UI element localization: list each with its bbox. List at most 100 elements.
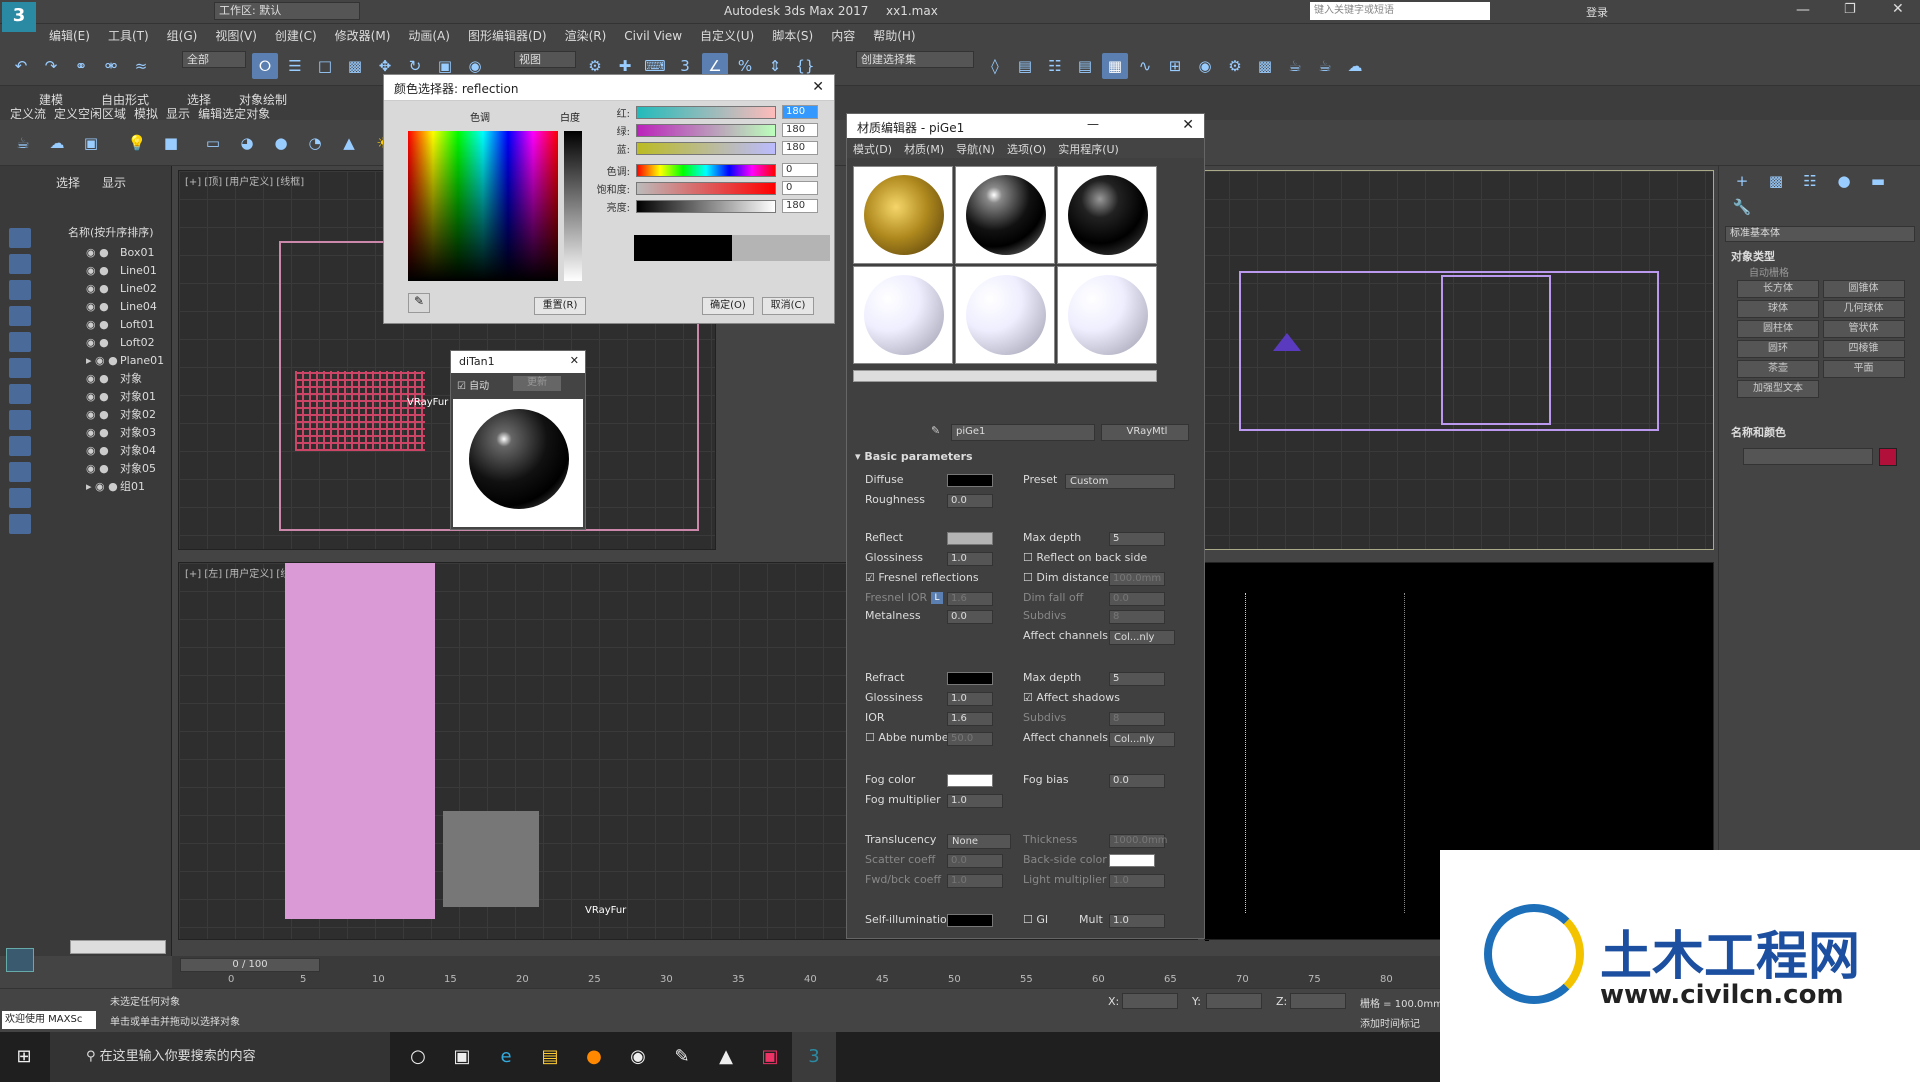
pyramid-button[interactable]: 四棱锥 — [1822, 340, 1905, 358]
subdivs-spinner[interactable]: 8 — [1109, 610, 1165, 624]
material-slot[interactable] — [1057, 166, 1157, 264]
rect-selection-icon[interactable]: □ — [312, 53, 338, 79]
textplus-button[interactable]: 加强型文本 — [1737, 380, 1819, 398]
scene-item[interactable]: ▸ ◉ ● Plane01 — [40, 352, 172, 370]
scene-item[interactable]: ◉ ● Line04 — [40, 298, 172, 316]
menu-graph-editors[interactable]: 图形编辑器(D) — [459, 24, 556, 47]
reflect-back-checkbox[interactable]: ☐ Reflect on back side — [1023, 550, 1147, 566]
cloud-icon[interactable]: ☁ — [44, 130, 70, 156]
maxscript-listener[interactable]: 欢迎使用 MAXSc — [2, 1011, 96, 1029]
start-icon[interactable]: ⊞ — [0, 1032, 48, 1082]
mirror-icon[interactable]: ◊ — [982, 53, 1008, 79]
curve-editor-icon[interactable]: ∿ — [1132, 53, 1158, 79]
eye-icon[interactable]: ◉ ● — [86, 388, 109, 406]
eye-icon[interactable]: ◉ ● — [86, 262, 109, 280]
hierarchy-tab-icon[interactable]: ☷ — [1797, 168, 1823, 194]
edge-icon[interactable]: e — [484, 1032, 528, 1082]
sphere-button[interactable]: 球体 — [1737, 300, 1819, 318]
thickness-spinner[interactable]: 1000.0mm — [1109, 834, 1167, 848]
value-field[interactable]: 180 — [782, 141, 818, 155]
reflect-swatch[interactable] — [947, 532, 993, 545]
preset-dropdown[interactable]: Custom — [1065, 474, 1175, 489]
translucency-dropdown[interactable]: None — [947, 834, 1011, 849]
scene-item[interactable]: ◉ ● Line01 — [40, 262, 172, 280]
y-field[interactable] — [1206, 993, 1262, 1009]
render-cloud-icon[interactable]: ☁ — [1342, 53, 1368, 79]
material-slot[interactable] — [1057, 266, 1157, 364]
fog-color-swatch[interactable] — [947, 774, 993, 787]
menu-help[interactable]: 帮助(H) — [864, 24, 924, 47]
slot-scrollbar[interactable] — [853, 370, 1157, 382]
fresnel-ior-lock[interactable]: L — [931, 592, 943, 604]
teapot-icon[interactable]: ☕ — [10, 130, 36, 156]
scene-item[interactable]: ◉ ● Loft01 — [40, 316, 172, 334]
eye-icon[interactable]: ▸ ◉ ● — [86, 478, 118, 496]
task-view-icon[interactable]: ▣ — [440, 1032, 484, 1082]
menu-view[interactable]: 视图(V) — [206, 24, 266, 47]
category-dropdown[interactable]: 标准基本体 — [1725, 226, 1915, 242]
object-color-swatch[interactable] — [1879, 448, 1897, 466]
gi-checkbox[interactable]: ☐ GI — [1023, 912, 1048, 928]
workspace-dropdown[interactable]: 工作区: 默认 — [214, 2, 360, 20]
render-setup-icon[interactable]: ⚙ — [1222, 53, 1248, 79]
menu-animation[interactable]: 动画(A) — [399, 24, 459, 47]
dim-falloff-spinner[interactable]: 0.0 — [1109, 592, 1165, 606]
whiteness-bar[interactable] — [564, 131, 582, 281]
notepad-icon[interactable]: ✎ — [660, 1032, 704, 1082]
material-type-button[interactable]: VRayMtl — [1101, 424, 1189, 441]
eye-icon[interactable]: ◉ ● — [86, 460, 109, 478]
material-slot[interactable] — [853, 166, 953, 264]
scene-item[interactable]: ◉ ● Box01 — [40, 244, 172, 262]
geosphere-button[interactable]: 几何球体 — [1822, 300, 1905, 318]
refract-swatch[interactable] — [947, 672, 993, 685]
close-icon[interactable]: ✕ — [1892, 1, 1904, 17]
unlink-icon[interactable]: ⚮ — [98, 53, 124, 79]
menu-customize[interactable]: 自定义(U) — [691, 24, 763, 47]
scene-scrollbar[interactable] — [70, 940, 166, 954]
helper-filter-icon[interactable] — [9, 332, 31, 352]
value-field[interactable]: 0 — [782, 163, 818, 177]
menu-group[interactable]: 组(G) — [158, 24, 207, 47]
name-color-rollout[interactable]: 名称和颜色 — [1731, 424, 1786, 440]
box-icon[interactable]: ▭ — [200, 130, 226, 156]
select-object-icon[interactable]: ⭘ — [252, 53, 278, 79]
camera-icon[interactable]: ■ — [158, 130, 184, 156]
dim-distance-spinner[interactable]: 100.0mm — [1109, 572, 1165, 586]
material-slot[interactable] — [955, 166, 1055, 264]
update-button[interactable]: 更新 — [513, 376, 561, 391]
menu-scripting[interactable]: 脚本(S) — [763, 24, 822, 47]
schematic-view-icon[interactable]: ⊞ — [1162, 53, 1188, 79]
close-icon[interactable]: ✕ — [812, 79, 824, 95]
z-field[interactable] — [1290, 993, 1346, 1009]
menu-rendering[interactable]: 渲染(R) — [556, 24, 616, 47]
med-menu-options[interactable]: 选项(O) — [1001, 141, 1052, 157]
align-icon[interactable]: ▤ — [1012, 53, 1038, 79]
self-illum-swatch[interactable] — [947, 914, 993, 927]
scene-column-header[interactable]: 名称(按升序排序) — [68, 224, 172, 240]
restore-icon[interactable]: ❐ — [1844, 2, 1856, 17]
menu-modifiers[interactable]: 修改器(M) — [326, 24, 400, 47]
display-tab-icon[interactable]: ▬ — [1865, 168, 1891, 194]
menu-tools[interactable]: 工具(T) — [99, 24, 158, 47]
selection-filter[interactable]: 全部 — [182, 51, 246, 68]
link-icon[interactable]: ⚭ — [68, 53, 94, 79]
geometry-filter-icon[interactable] — [9, 228, 31, 248]
scene-tab-display[interactable]: 显示 — [102, 174, 126, 191]
eyedropper-icon[interactable]: ✎ — [408, 293, 430, 313]
scene-item[interactable]: ◉ ● 对象03 — [40, 424, 172, 442]
layer-explorer-icon[interactable]: ☷ — [1042, 53, 1068, 79]
menu-edit[interactable]: 编辑(E) — [40, 24, 99, 47]
minimize-icon[interactable]: — — [1087, 117, 1099, 131]
autogrid-checkbox[interactable]: 自动栅格 — [1749, 264, 1789, 279]
container-filter-icon[interactable] — [9, 462, 31, 482]
eye-icon[interactable]: ◉ ● — [86, 280, 109, 298]
frozen-filter-icon[interactable] — [9, 488, 31, 508]
sphere-icon[interactable]: ● — [268, 130, 294, 156]
redo-icon[interactable]: ↷ — [38, 53, 64, 79]
scene-item[interactable]: ◉ ● Line02 — [40, 280, 172, 298]
cone-button[interactable]: 圆锥体 — [1822, 280, 1905, 298]
reset-button[interactable]: 重置(R) — [534, 297, 586, 315]
ok-button[interactable]: 确定(O) — [702, 297, 754, 315]
mult-spinner[interactable]: 1.0 — [1109, 914, 1165, 928]
torus-button[interactable]: 圆环 — [1737, 340, 1819, 358]
